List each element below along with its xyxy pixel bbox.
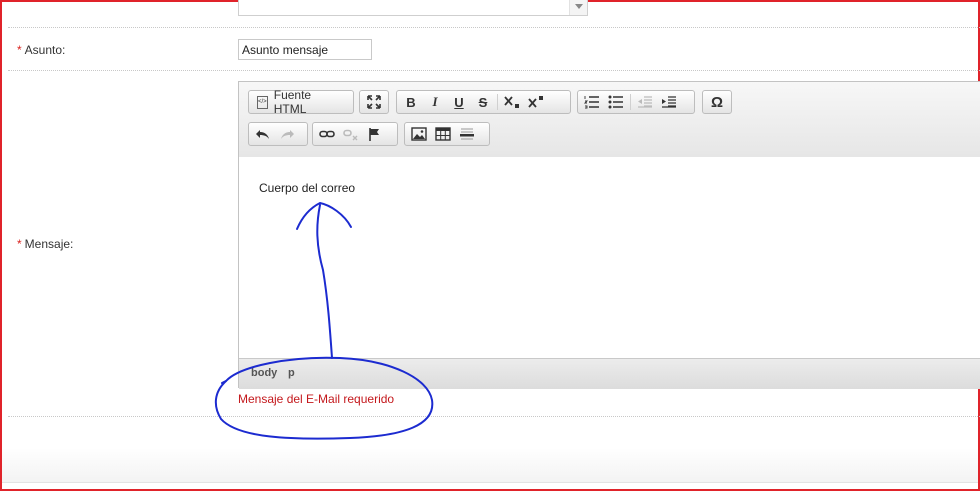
link-icon <box>319 130 335 138</box>
redo-icon <box>281 130 294 139</box>
select-dropdown-arrow[interactable] <box>569 0 587 15</box>
toolbar-group-maximize <box>359 90 389 114</box>
underline-button[interactable]: U <box>447 92 471 112</box>
toolbar-separator <box>630 94 631 110</box>
path-element-p[interactable]: p <box>288 367 295 379</box>
editor-status-bar: body p <box>239 358 980 389</box>
indent-icon <box>662 96 676 108</box>
undo-icon <box>256 130 269 139</box>
source-html-label: Fuente HTML <box>273 88 312 116</box>
editor-content-text[interactable]: Cuerpo del correo <box>259 181 355 195</box>
row-divider <box>8 27 980 28</box>
toolbar-group-insert <box>404 122 490 146</box>
indent-button[interactable] <box>657 92 681 112</box>
bulleted-list-button[interactable] <box>604 92 628 112</box>
subject-label-text: Asunto: <box>24 43 66 57</box>
top-select[interactable] <box>238 0 588 16</box>
image-button[interactable] <box>407 124 431 144</box>
outdent-button[interactable] <box>633 92 657 112</box>
message-label-text: Mensaje: <box>24 237 74 251</box>
italic-button[interactable]: I <box>423 92 447 112</box>
table-icon <box>435 127 451 141</box>
required-mark: * <box>17 237 22 251</box>
anchor-button[interactable] <box>363 124 387 144</box>
redo-button[interactable] <box>275 124 299 144</box>
toolbar-group-source: </> Fuente HTML <box>248 88 354 116</box>
undo-button[interactable] <box>251 124 275 144</box>
horizontal-rule-icon <box>460 128 474 140</box>
rich-text-editor: </> Fuente HTML B I U S Ω Cuerpo del cor… <box>238 81 980 389</box>
path-element-body[interactable]: body <box>251 367 277 379</box>
toolbar-group-lists <box>577 90 695 114</box>
toolbar-group-history <box>248 122 308 146</box>
document-icon: </> <box>257 95 268 109</box>
source-html-button[interactable]: </> Fuente HTML <box>251 88 351 116</box>
subject-input[interactable] <box>238 39 372 60</box>
numbered-list-icon <box>584 96 599 109</box>
superscript-icon <box>528 96 543 108</box>
maximize-button[interactable] <box>362 92 386 112</box>
row-divider <box>8 70 980 71</box>
form-footer <box>2 448 978 483</box>
maximize-icon <box>367 95 381 109</box>
toolbar-group-format: B I U S <box>396 90 571 114</box>
required-mark: * <box>17 43 22 57</box>
special-character-button[interactable]: Ω <box>705 92 729 112</box>
toolbar-separator <box>497 94 498 110</box>
strikethrough-button[interactable]: S <box>471 92 495 112</box>
chevron-down-icon <box>574 3 583 9</box>
outdent-icon <box>638 96 652 108</box>
unlink-button[interactable] <box>339 124 363 144</box>
row-divider <box>8 416 980 417</box>
message-label: * Mensaje: <box>17 237 73 251</box>
toolbar-group-special: Ω <box>702 90 732 114</box>
flag-icon <box>369 128 379 141</box>
link-button[interactable] <box>315 124 339 144</box>
subscript-button[interactable] <box>500 92 524 112</box>
horizontal-rule-button[interactable] <box>455 124 479 144</box>
editor-content-area[interactable]: Cuerpo del correo <box>239 157 980 357</box>
bulleted-list-icon <box>608 95 623 109</box>
toolbar-group-links <box>312 122 398 146</box>
editor-toolbar: </> Fuente HTML B I U S Ω <box>239 82 980 158</box>
validation-error-message: Mensaje del E-Mail requerido <box>238 392 395 406</box>
numbered-list-button[interactable] <box>580 92 604 112</box>
image-icon <box>411 127 427 141</box>
unlink-icon <box>343 129 358 141</box>
bold-button[interactable]: B <box>399 92 423 112</box>
subject-label: * Asunto: <box>17 43 65 57</box>
subscript-icon <box>504 96 519 108</box>
table-button[interactable] <box>431 124 455 144</box>
superscript-button[interactable] <box>524 92 548 112</box>
